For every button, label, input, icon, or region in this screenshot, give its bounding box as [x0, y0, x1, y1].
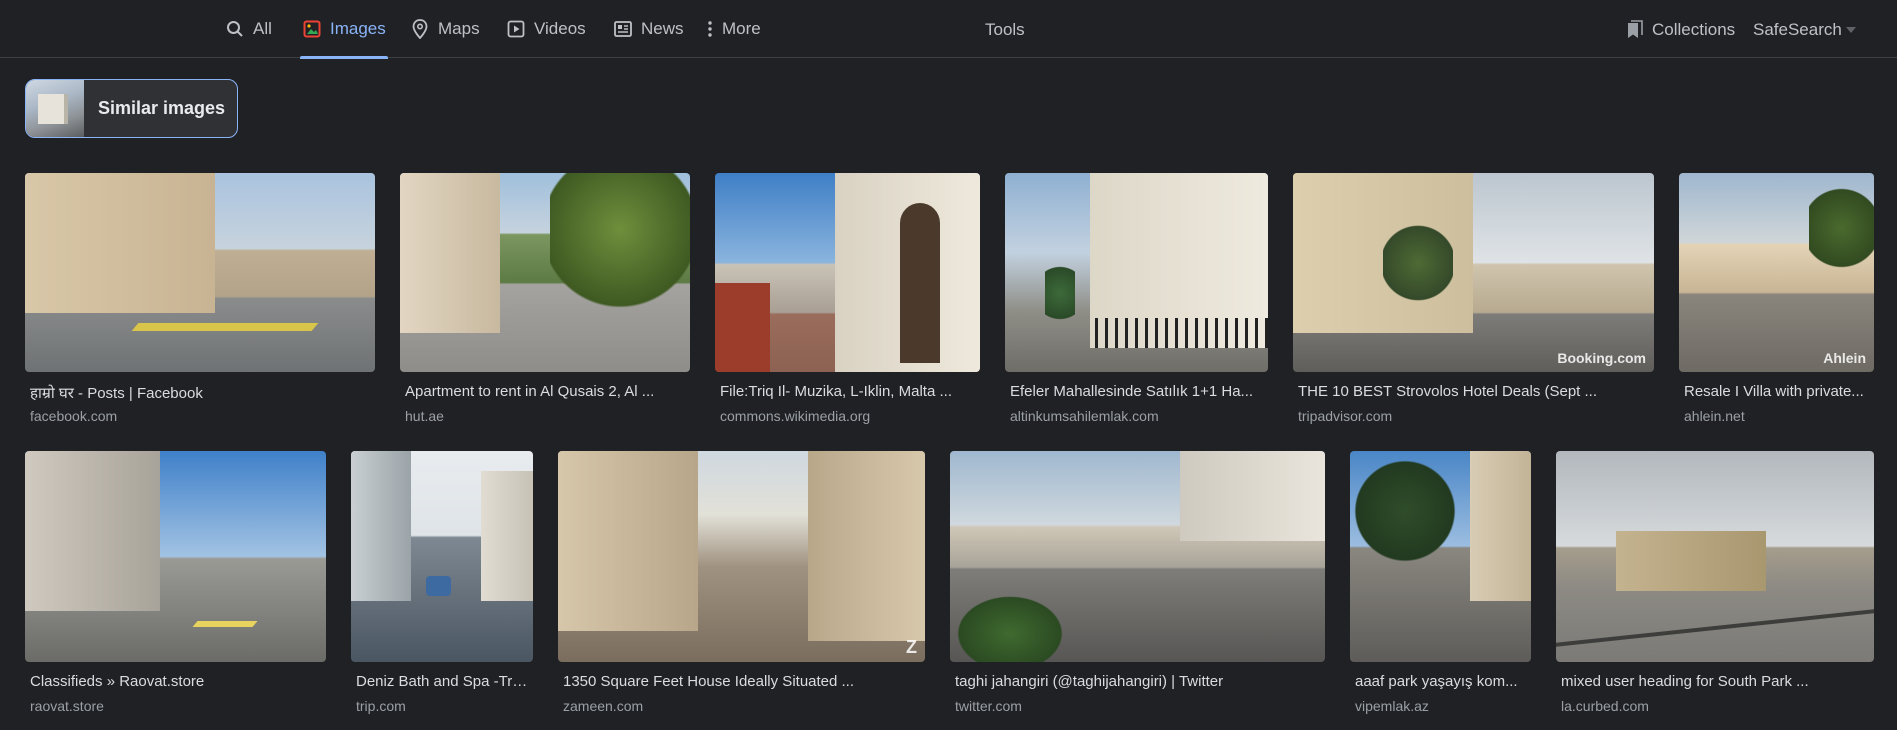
result-title[interactable]: THE 10 BEST Strovolos Hotel Deals (Sept … [1298, 383, 1649, 400]
result-image[interactable] [25, 173, 375, 372]
safesearch-dropdown[interactable]: SafeSearch [1753, 20, 1856, 40]
result-image[interactable]: Booking.com [1293, 173, 1654, 372]
image-result[interactable]: Z 1350 Square Feet House Ideally Situate… [558, 451, 925, 721]
tab-label: Maps [438, 19, 480, 38]
result-image[interactable] [950, 451, 1325, 662]
result-source[interactable]: zameen.com [563, 698, 643, 714]
result-source[interactable]: ahlein.net [1684, 408, 1745, 424]
result-source[interactable]: raovat.store [30, 698, 104, 714]
caret-down-icon [1845, 27, 1856, 33]
news-icon [613, 19, 633, 39]
result-source[interactable]: twitter.com [955, 698, 1022, 714]
result-title[interactable]: Classifieds » Raovat.store [30, 673, 321, 690]
tab-images[interactable]: Images [300, 0, 388, 59]
video-play-icon [506, 19, 526, 39]
result-source[interactable]: la.curbed.com [1561, 698, 1649, 714]
tab-maps[interactable]: Maps [410, 0, 480, 58]
result-title[interactable]: Efeler Mahallesinde Satılık 1+1 Ha... [1010, 383, 1263, 400]
result-image[interactable] [25, 451, 326, 662]
bookmark-icon [1626, 20, 1644, 40]
result-source[interactable]: vipemlak.az [1355, 698, 1429, 714]
result-title[interactable]: aaaf park yaşayış kom... [1355, 673, 1526, 690]
tab-label: All [253, 19, 272, 38]
similar-images-label: Similar images [98, 98, 226, 118]
result-title[interactable]: mixed user heading for South Park ... [1561, 673, 1869, 690]
similar-images-thumbnail [26, 80, 84, 137]
tab-label: Images [330, 19, 386, 38]
image-result[interactable]: Efeler Mahallesinde Satılık 1+1 Ha... al… [1005, 173, 1268, 433]
image-result[interactable]: Deniz Bath and Spa -Tri... trip.com [351, 451, 533, 721]
result-source[interactable]: tripadvisor.com [1298, 408, 1392, 424]
image-result[interactable]: Apartment to rent in Al Qusais 2, Al ...… [400, 173, 690, 433]
map-pin-icon [410, 19, 430, 39]
image-result[interactable]: taghi jahangiri (@taghijahangiri) | Twit… [950, 451, 1325, 721]
result-source[interactable]: commons.wikimedia.org [720, 408, 870, 424]
tab-label: Videos [534, 19, 586, 38]
more-vert-icon [704, 19, 716, 39]
image-result[interactable]: Classifieds » Raovat.store raovat.store [25, 451, 326, 721]
collections-button[interactable]: Collections [1626, 20, 1735, 40]
tab-label: More [722, 19, 761, 38]
result-title[interactable]: taghi jahangiri (@taghijahangiri) | Twit… [955, 673, 1320, 690]
image-result[interactable]: हाम्रो घर - Posts | Facebook facebook.co… [25, 173, 375, 433]
result-title[interactable]: Apartment to rent in Al Qusais 2, Al ... [405, 383, 685, 400]
image-result[interactable]: Ahlein Resale I Villa with private... ah… [1679, 173, 1874, 433]
result-title[interactable]: 1350 Square Feet House Ideally Situated … [563, 673, 920, 690]
result-source[interactable]: trip.com [356, 698, 406, 714]
tab-videos[interactable]: Videos [506, 0, 586, 58]
image-result[interactable]: Booking.com THE 10 BEST Strovolos Hotel … [1293, 173, 1654, 433]
result-image[interactable] [715, 173, 980, 372]
result-image[interactable] [1556, 451, 1874, 662]
watermark: Z [906, 637, 917, 657]
result-image[interactable] [351, 451, 533, 662]
collections-label: Collections [1652, 20, 1736, 39]
image-result[interactable]: mixed user heading for South Park ... la… [1556, 451, 1874, 721]
result-title[interactable]: हाम्रो घर - Posts | Facebook [30, 383, 370, 403]
result-image[interactable]: Z [558, 451, 925, 662]
result-image[interactable] [1005, 173, 1268, 372]
search-icon [225, 19, 245, 39]
result-source[interactable]: altinkumsahilemlak.com [1010, 408, 1159, 424]
tab-news[interactable]: News [613, 0, 684, 58]
result-title[interactable]: File:Triq Il- Muzika, L-Iklin, Malta ... [720, 383, 975, 400]
safesearch-label: SafeSearch [1753, 20, 1842, 39]
watermark: Booking.com [1557, 350, 1646, 366]
result-title[interactable]: Deniz Bath and Spa -Tri... [356, 673, 528, 690]
result-image[interactable] [400, 173, 690, 372]
tab-more[interactable]: More [704, 0, 761, 58]
watermark: Ahlein [1823, 350, 1866, 366]
result-image[interactable] [1350, 451, 1531, 662]
tools-button[interactable]: Tools [985, 20, 1025, 40]
similar-images-button[interactable]: Similar images [25, 79, 238, 138]
search-nav-bar: All Images Maps Videos News More Tools C… [0, 0, 1897, 59]
result-image[interactable]: Ahlein [1679, 173, 1874, 372]
result-title[interactable]: Resale I Villa with private... [1684, 383, 1869, 400]
image-result[interactable]: aaaf park yaşayış kom... vipemlak.az [1350, 451, 1531, 721]
result-source[interactable]: facebook.com [30, 408, 117, 424]
tab-label: News [641, 19, 684, 38]
image-result[interactable]: File:Triq Il- Muzika, L-Iklin, Malta ...… [715, 173, 980, 433]
images-icon [302, 19, 322, 39]
tab-all[interactable]: All [225, 0, 272, 58]
result-source[interactable]: hut.ae [405, 408, 444, 424]
